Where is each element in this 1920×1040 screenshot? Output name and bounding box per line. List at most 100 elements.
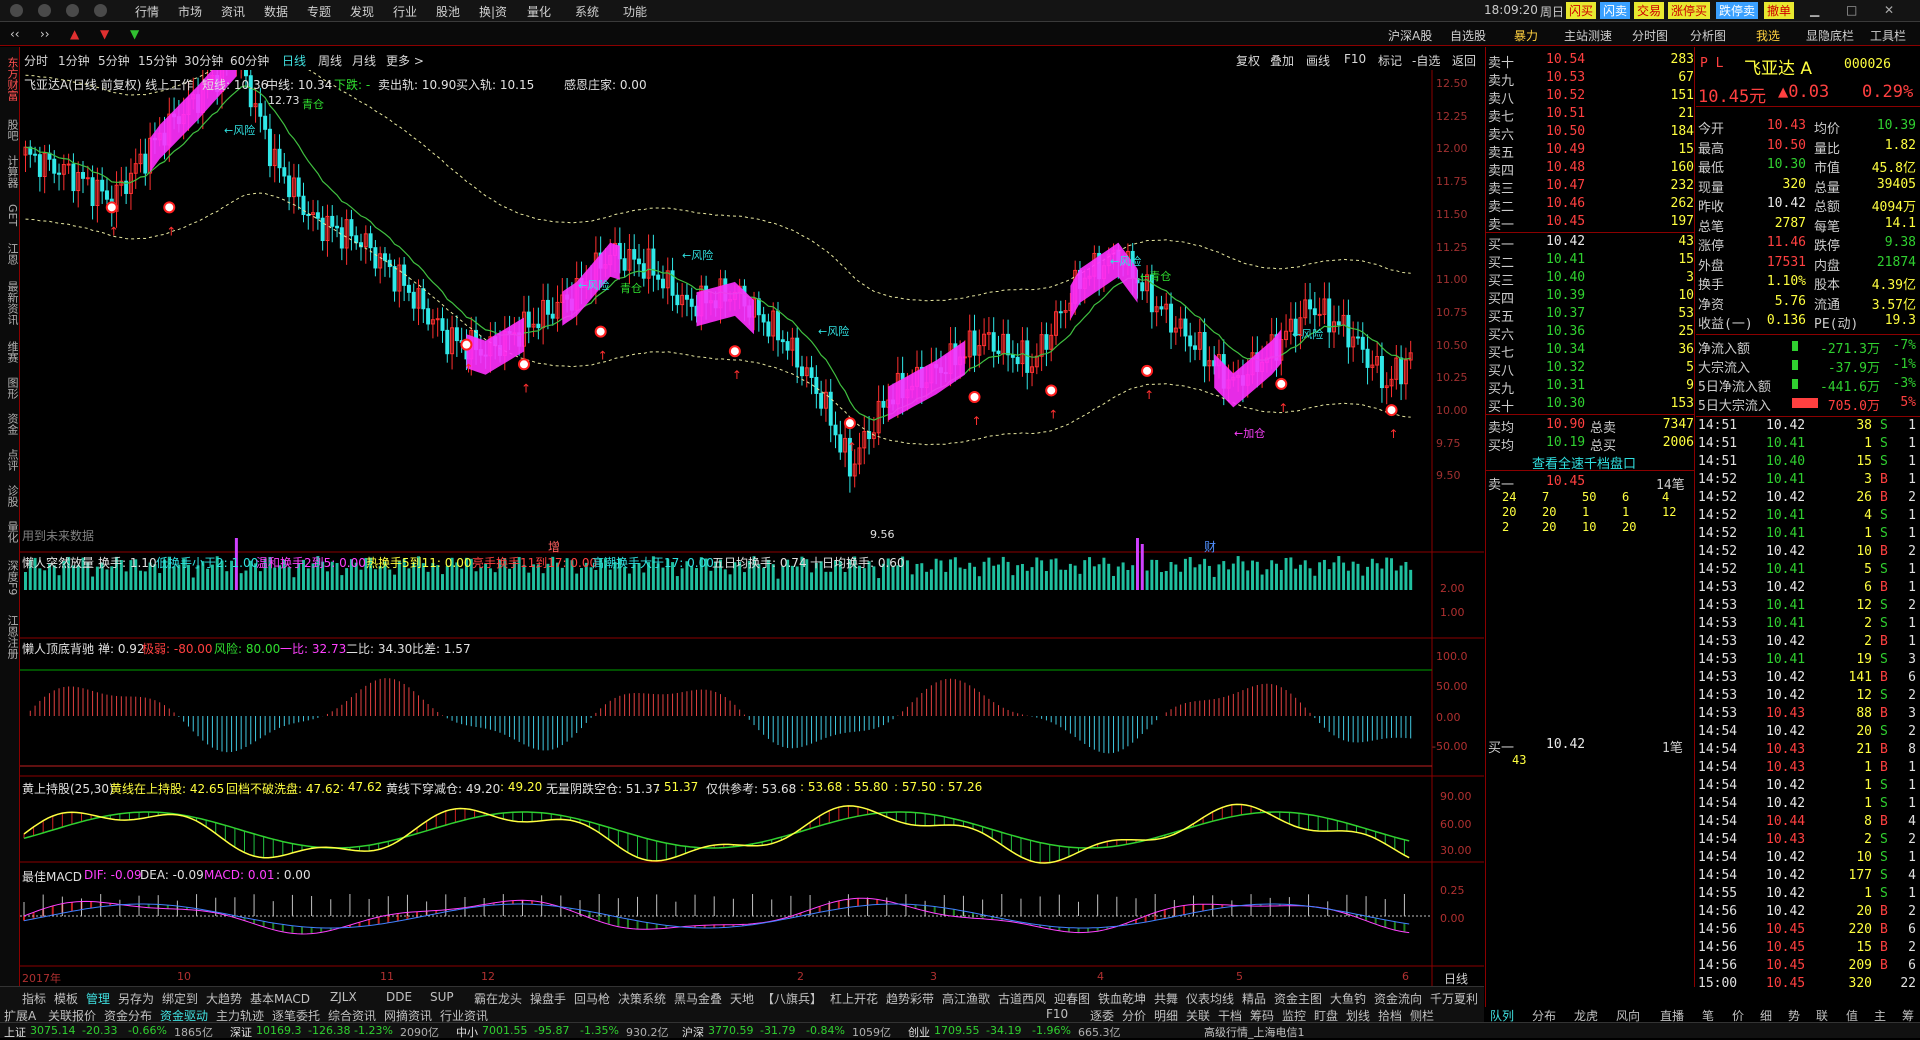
book-price[interactable]: 10.47 <box>1546 178 1585 193</box>
right-tab[interactable]: 龙虎 <box>1574 1007 1598 1024</box>
nav-item[interactable]: 量化 <box>2 517 19 547</box>
book-price[interactable]: 10.30 <box>1546 396 1585 411</box>
book-price[interactable]: 10.40 <box>1546 270 1585 285</box>
right-tab[interactable]: 值 <box>1846 1007 1858 1024</box>
book-price[interactable]: 10.42 <box>1546 234 1585 249</box>
nav-item[interactable]: 东方财富 <box>2 51 19 107</box>
maximize-icon[interactable]: □ <box>1846 3 1857 17</box>
menu-item[interactable]: 资讯 <box>221 3 245 20</box>
book-price[interactable]: 10.52 <box>1546 88 1585 103</box>
limit-down-sell-button[interactable]: 跌停卖 <box>1716 2 1759 19</box>
window-control-icon[interactable] <box>38 4 51 17</box>
toolbar-item[interactable]: 分析图 <box>1690 27 1726 44</box>
period-tab-active[interactable]: 日线 <box>282 52 306 69</box>
nav-item[interactable]: 最新资讯 <box>2 275 19 331</box>
menu-item[interactable]: 量化 <box>527 3 551 20</box>
quick-buy-button[interactable]: 闪买 <box>1566 2 1597 19</box>
menu-item[interactable]: 专题 <box>307 3 331 20</box>
menu-item[interactable]: 行情 <box>135 3 159 20</box>
right-tab[interactable]: 队列 <box>1490 1007 1514 1024</box>
book-price[interactable]: 10.50 <box>1546 124 1585 139</box>
chart-tool[interactable]: 复权 <box>1236 52 1260 69</box>
book-price[interactable]: 10.51 <box>1546 106 1585 121</box>
book-price[interactable]: 10.37 <box>1546 306 1585 321</box>
back-icon[interactable]: ‹‹ <box>10 27 20 41</box>
period-tab[interactable]: 更多 > <box>386 52 424 69</box>
nav-item[interactable]: 图形 <box>2 373 19 403</box>
right-tab[interactable]: 主 <box>1874 1007 1886 1024</box>
chart-tool[interactable]: 叠加 <box>1270 52 1294 69</box>
menu-item[interactable]: 系统 <box>575 3 599 20</box>
right-tab[interactable]: 联 <box>1816 1007 1828 1024</box>
window-control-icon[interactable] <box>94 4 107 17</box>
book-price[interactable]: 10.49 <box>1546 142 1585 157</box>
indicator-tab[interactable]: ZJLX <box>330 990 357 1004</box>
menu-item[interactable]: 功能 <box>623 3 647 20</box>
nav-item[interactable]: GET <box>2 197 19 233</box>
toolbar-item[interactable]: 工具栏 <box>1870 27 1906 44</box>
right-tab[interactable]: 势 <box>1788 1007 1800 1024</box>
menu-item[interactable]: 换|资 <box>479 3 507 20</box>
book-price[interactable]: 10.48 <box>1546 160 1585 175</box>
book-price[interactable]: 10.45 <box>1546 214 1585 229</box>
forward-icon[interactable]: ›› <box>40 27 50 41</box>
period-tab[interactable]: 分时 <box>24 52 48 69</box>
period-tab[interactable]: 周线 <box>318 52 342 69</box>
nav-item[interactable]: 深度F9 <box>2 553 19 603</box>
toolbar-item[interactable]: 显隐底栏 <box>1806 27 1854 44</box>
quick-sell-button[interactable]: 闪卖 <box>1600 2 1631 19</box>
minimize-icon[interactable]: ▁ <box>1810 3 1819 17</box>
kline-chart[interactable]: ↑ ↑ ↑ ↑ ↑ ↑ ↑ ↑ ↑ ↑ ↑ ↑ <box>20 70 1484 986</box>
toolbar-item[interactable]: 沪深A股 <box>1388 27 1432 44</box>
book-price[interactable]: 10.54 <box>1546 52 1585 67</box>
toolbar-item[interactable]: 分时图 <box>1632 27 1668 44</box>
nav-item[interactable]: 资金 <box>2 409 19 439</box>
nav-item[interactable]: 股吧 <box>2 115 19 145</box>
chart-tool[interactable]: 标记 <box>1378 52 1402 69</box>
menu-item[interactable]: 发现 <box>350 3 374 20</box>
right-tab[interactable]: 风向 <box>1616 1007 1640 1024</box>
menu-item[interactable]: 数据 <box>264 3 288 20</box>
chart-tool[interactable]: 画线 <box>1306 52 1330 69</box>
toolbar-item[interactable]: 主站测速 <box>1564 27 1612 44</box>
toolbar-item[interactable]: 自选股 <box>1450 27 1486 44</box>
chart-tool[interactable]: 返回 <box>1452 52 1476 69</box>
toolbar-item[interactable]: 暴力 <box>1514 27 1538 44</box>
window-control-icon[interactable] <box>66 4 79 17</box>
nav-item[interactable]: 维赛 <box>2 337 19 367</box>
right-tab[interactable]: 直播 <box>1660 1007 1684 1024</box>
period-tab[interactable]: 月线 <box>352 52 376 69</box>
right-tab[interactable]: 细 <box>1760 1007 1772 1024</box>
menu-item[interactable]: 行业 <box>393 3 417 20</box>
trade-button[interactable]: 交易 <box>1634 2 1665 19</box>
nav-item[interactable]: 诊股 <box>2 481 19 511</box>
book-price[interactable]: 10.41 <box>1546 252 1585 267</box>
period-tab[interactable]: 60分钟 <box>230 52 269 69</box>
chart-tool[interactable]: F10 <box>1344 52 1366 66</box>
limit-up-buy-button[interactable]: 涨停买 <box>1668 2 1711 19</box>
period-tab[interactable]: 15分钟 <box>138 52 177 69</box>
indicator-tab[interactable]: DDE <box>386 990 412 1004</box>
menu-item[interactable]: 市场 <box>178 3 202 20</box>
indicator-tab[interactable]: SUP <box>430 990 454 1004</box>
cancel-order-button[interactable]: 撤单 <box>1764 2 1795 19</box>
nav-item[interactable]: 江恩 <box>2 239 19 269</box>
right-tab[interactable]: 价 <box>1732 1007 1744 1024</box>
book-price[interactable]: 10.32 <box>1546 360 1585 375</box>
function-tab[interactable]: F10 <box>1046 1007 1068 1021</box>
period-tab[interactable]: 30分钟 <box>184 52 223 69</box>
close-icon[interactable]: ✕ <box>1884 3 1894 17</box>
book-price[interactable]: 10.31 <box>1546 378 1585 393</box>
right-tab[interactable]: 分布 <box>1532 1007 1556 1024</box>
window-control-icon[interactable] <box>10 4 23 17</box>
nav-item[interactable]: 计算器 <box>2 151 19 191</box>
toolbar-item[interactable]: 我选 <box>1756 27 1780 44</box>
book-price[interactable]: 10.39 <box>1546 288 1585 303</box>
menu-item[interactable]: 股池 <box>436 3 460 20</box>
book-price[interactable]: 10.36 <box>1546 324 1585 339</box>
chart-tool[interactable]: -自选 <box>1412 52 1440 69</box>
axis-period[interactable]: 日线 <box>1444 970 1468 987</box>
book-price[interactable]: 10.53 <box>1546 70 1585 85</box>
download-icon[interactable]: ▼ <box>130 27 139 41</box>
nav-item[interactable]: 点评 <box>2 445 19 475</box>
